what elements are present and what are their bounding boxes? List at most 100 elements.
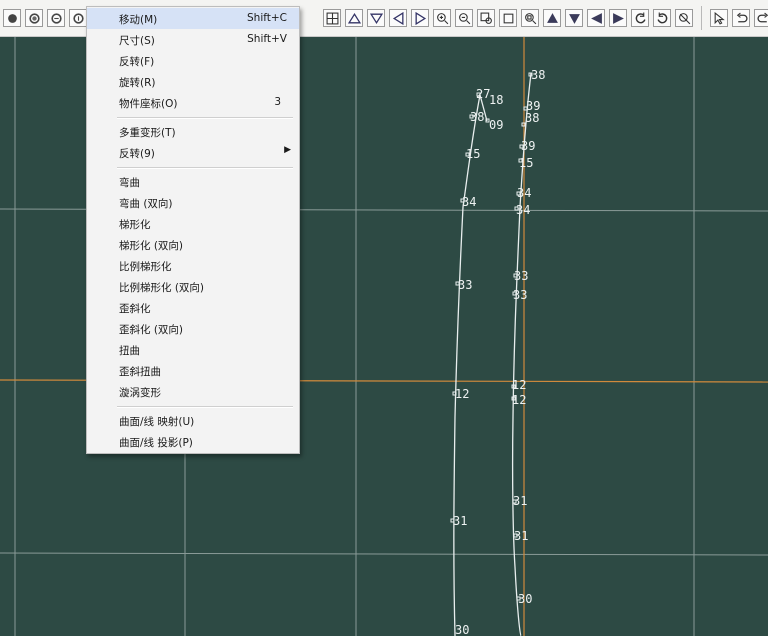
- menu-item-label: 扭曲: [119, 345, 140, 357]
- point-label: 38: [470, 110, 484, 124]
- menu-item-multi-transform[interactable]: 多重变形(T): [87, 121, 299, 142]
- menu-item-label: 弯曲: [119, 177, 140, 189]
- zoom-out-icon[interactable]: [455, 9, 473, 27]
- point-label: 12: [455, 387, 469, 401]
- menu-item-proportional-taper-bidirectional[interactable]: 比例梯形化 (双向): [87, 276, 299, 297]
- point-label: 39: [521, 139, 535, 153]
- point-label: 12: [512, 393, 526, 407]
- point-label: 30: [455, 623, 469, 636]
- menu-item-label: 比例梯形化: [119, 261, 172, 273]
- menu-item-label: 比例梯形化 (双向): [119, 282, 205, 294]
- point-label: 31: [514, 529, 528, 543]
- triangle-right-icon[interactable]: [411, 9, 429, 27]
- point-label: 33: [513, 288, 527, 302]
- circle-button-icon[interactable]: [25, 9, 43, 27]
- rotate-left-icon[interactable]: [631, 9, 649, 27]
- grid-line: [0, 552, 768, 556]
- undo-icon[interactable]: [732, 9, 750, 27]
- menu-item-bend-bidirectional[interactable]: 弯曲 (双向): [87, 192, 299, 213]
- point-label: 31: [513, 494, 527, 508]
- menu-item-shortcut: Shift+C: [247, 12, 287, 24]
- point-label: 31: [453, 514, 467, 528]
- menu-item-rotate[interactable]: 旋转(R): [87, 71, 299, 92]
- triangle-left-icon[interactable]: [389, 9, 407, 27]
- point-label: 33: [514, 269, 528, 283]
- toolbar-right-group: [321, 0, 768, 36]
- point-labels: 27 18 38 09 15 34 33 12 31 30 38 39 38 3…: [453, 68, 545, 636]
- point-label: 38: [525, 111, 539, 125]
- menu-item-flip[interactable]: 反转(F): [87, 50, 299, 71]
- rectangle-icon[interactable]: [499, 9, 517, 27]
- menu-item-swirl[interactable]: 漩涡变形: [87, 381, 299, 402]
- menu-item-label: 反转(9): [119, 148, 155, 160]
- arrow-right-icon[interactable]: [609, 9, 627, 27]
- menu-item-surface-map[interactable]: 曲面/线 映射(U): [87, 410, 299, 431]
- point-label: 30: [518, 592, 532, 606]
- menu-divider: [117, 117, 293, 119]
- grid-icon[interactable]: [323, 9, 341, 27]
- point-label: 18: [489, 93, 503, 107]
- menu-item-taper[interactable]: 梯形化: [87, 213, 299, 234]
- point-label: 12: [512, 378, 526, 392]
- point-label: 09: [489, 118, 503, 132]
- menu-divider: [117, 406, 293, 408]
- point-label: 15: [466, 147, 480, 161]
- point-label: 38: [531, 68, 545, 82]
- menu-item-label: 梯形化: [119, 219, 151, 231]
- menu-item-label: 多重变形(T): [119, 127, 176, 139]
- menu-item-shortcut: 3: [274, 96, 281, 108]
- menu-item-move[interactable]: 移动(M) Shift+C: [87, 8, 299, 29]
- point-label: 34: [462, 195, 476, 209]
- point-label: 33: [458, 278, 472, 292]
- menu-item-label: 歪斜化 (双向): [119, 324, 184, 336]
- menu-item-label: 物件座标(O): [119, 98, 178, 110]
- menu-item-twist[interactable]: 扭曲: [87, 339, 299, 360]
- point-label: 15: [519, 156, 533, 170]
- zoom-in-icon[interactable]: [433, 9, 451, 27]
- select-pointer-icon[interactable]: [710, 9, 728, 27]
- circle-button-icon[interactable]: [69, 9, 87, 27]
- menu-item-label: 弯曲 (双向): [119, 198, 173, 210]
- zoom-window-icon[interactable]: [477, 9, 495, 27]
- menu-item-label: 歪斜化: [119, 303, 151, 315]
- menu-item-label: 尺寸(S): [119, 35, 155, 47]
- transform-dropdown-menu: 移动(M) Shift+C 尺寸(S) Shift+V 反转(F) 旋转(R) …: [86, 6, 300, 454]
- circle-button-icon[interactable]: [3, 9, 21, 27]
- menu-item-label: 反转(F): [119, 56, 155, 68]
- menu-item-skew-twist[interactable]: 歪斜扭曲: [87, 360, 299, 381]
- menu-item-bend[interactable]: 弯曲: [87, 171, 299, 192]
- menu-item-label: 梯形化 (双向): [119, 240, 184, 252]
- menu-item-label: 移动(M): [119, 14, 158, 26]
- menu-item-label: 歪斜扭曲: [119, 366, 161, 378]
- menu-item-label: 漩涡变形: [119, 387, 161, 399]
- submenu-arrow-icon: ▶: [284, 145, 291, 155]
- rotate-right-icon[interactable]: [653, 9, 671, 27]
- triangle-down-icon[interactable]: [367, 9, 385, 27]
- point-label: 34: [517, 186, 531, 200]
- menu-item-size[interactable]: 尺寸(S) Shift+V: [87, 29, 299, 50]
- toolbar-separator: [701, 6, 702, 30]
- menu-item-taper-bidirectional[interactable]: 梯形化 (双向): [87, 234, 299, 255]
- redo-icon[interactable]: [754, 9, 768, 27]
- menu-item-shortcut: Shift+V: [247, 33, 287, 45]
- triangle-up-icon[interactable]: [345, 9, 363, 27]
- left-curve: [453, 94, 481, 636]
- menu-item-label: 曲面/线 映射(U): [119, 416, 195, 428]
- circle-button-icon[interactable]: [47, 9, 65, 27]
- menu-item-object-coords[interactable]: 物件座标(O) 3: [87, 92, 299, 113]
- menu-item-label: 旋转(R): [119, 77, 156, 89]
- menu-item-skew[interactable]: 歪斜化: [87, 297, 299, 318]
- menu-item-flip-submenu[interactable]: 反转(9) ▶: [87, 142, 299, 163]
- arrow-up-icon[interactable]: [543, 9, 561, 27]
- point-label: 34: [516, 203, 530, 217]
- menu-item-proportional-taper[interactable]: 比例梯形化: [87, 255, 299, 276]
- toolbar-left-group: [1, 0, 89, 36]
- menu-divider: [117, 167, 293, 169]
- arrow-down-icon[interactable]: [565, 9, 583, 27]
- zoom-all-icon[interactable]: [675, 9, 693, 27]
- menu-item-label: 曲面/线 投影(P): [119, 437, 193, 449]
- menu-item-surface-project[interactable]: 曲面/线 投影(P): [87, 431, 299, 452]
- zoom-fit-icon[interactable]: [521, 9, 539, 27]
- menu-item-skew-bidirectional[interactable]: 歪斜化 (双向): [87, 318, 299, 339]
- arrow-left-icon[interactable]: [587, 9, 605, 27]
